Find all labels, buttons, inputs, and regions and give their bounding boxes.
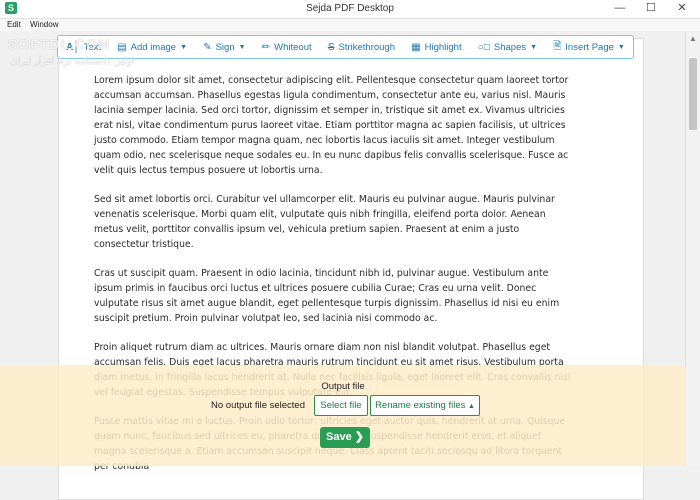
highlighter-icon: ▦ bbox=[411, 41, 421, 53]
chevron-down-icon: ▼ bbox=[617, 43, 625, 51]
strikethrough-button[interactable]: S Strikethrough bbox=[324, 40, 399, 55]
rename-label: Rename existing files bbox=[375, 400, 466, 411]
menu-bar: Edit Window bbox=[0, 19, 700, 31]
toolbar-label: Sign bbox=[215, 41, 235, 53]
strikethrough-icon: S bbox=[327, 41, 335, 53]
vertical-scrollbar[interactable]: ▲ bbox=[685, 32, 700, 466]
output-status: No output file selected bbox=[211, 400, 306, 411]
sign-button[interactable]: ✎ Sign ▼ bbox=[199, 40, 249, 55]
paragraph[interactable]: Sed sit amet lobortis orci. Curabitur ve… bbox=[94, 192, 574, 252]
add-image-button[interactable]: ▤ Add image ▼ bbox=[113, 40, 191, 55]
shapes-icon: ○□ bbox=[477, 41, 490, 53]
pen-icon: ✎ bbox=[203, 41, 212, 53]
whiteout-button[interactable]: ✏ Whiteout bbox=[258, 40, 316, 55]
toolbar-label: Whiteout bbox=[274, 41, 312, 53]
rename-existing-files-button[interactable]: Rename existing files ▲ bbox=[370, 395, 480, 416]
menu-edit[interactable]: Edit bbox=[7, 19, 21, 31]
chevron-right-icon: ❯ bbox=[354, 431, 364, 443]
maximize-icon[interactable]: ☐ bbox=[637, 1, 665, 14]
select-file-button[interactable]: Select file bbox=[314, 395, 368, 416]
toolbar-label: Shapes bbox=[493, 41, 527, 53]
watermark-tagline: اولین دانشنامه نرم افزار ایران bbox=[10, 56, 135, 67]
watermark-brand: SOFTDL.COM bbox=[8, 36, 111, 52]
title-bar: S Sejda PDF Desktop — ☐ ✕ bbox=[0, 0, 700, 19]
close-icon[interactable]: ✕ bbox=[668, 1, 696, 14]
save-label: Save bbox=[326, 431, 352, 443]
minimize-icon[interactable]: — bbox=[606, 2, 634, 14]
insert-page-button[interactable]: 🗎 Insert Page ▼ bbox=[549, 37, 629, 58]
paragraph[interactable]: Cras ut suscipit quam. Praesent in odio … bbox=[94, 266, 574, 326]
scroll-thumb[interactable] bbox=[689, 58, 697, 130]
toolbar-label: Insert Page bbox=[565, 41, 614, 53]
toolbar-label: Strikethrough bbox=[338, 41, 395, 53]
chevron-down-icon: ▼ bbox=[180, 43, 188, 51]
output-title: Output file bbox=[321, 381, 365, 392]
chevron-down-icon: ▼ bbox=[530, 43, 538, 51]
paragraph[interactable]: Lorem ipsum dolor sit amet, consectetur … bbox=[94, 73, 574, 178]
highlight-button[interactable]: ▦ Highlight bbox=[407, 40, 465, 55]
image-icon: ▤ bbox=[117, 41, 127, 53]
brush-icon: ✏ bbox=[261, 41, 271, 53]
shapes-button[interactable]: ○□ Shapes ▼ bbox=[474, 40, 541, 55]
toolbar-label: Highlight bbox=[424, 41, 462, 53]
edit-toolbar: A│ Text ▤ Add image ▼ ✎ Sign ▼ ✏ Whiteou… bbox=[57, 35, 634, 59]
save-button[interactable]: Save ❯ bbox=[320, 427, 370, 448]
toolbar-label: Add image bbox=[130, 41, 177, 53]
page-icon: 🗎 bbox=[553, 40, 562, 52]
scroll-up-icon[interactable]: ▲ bbox=[689, 34, 697, 43]
menu-window[interactable]: Window bbox=[30, 19, 58, 31]
chevron-down-icon: ▼ bbox=[238, 43, 246, 51]
window-title: Sejda PDF Desktop bbox=[306, 3, 394, 14]
output-panel: Output file No output file selected Sele… bbox=[0, 365, 686, 466]
window-controls: — ☐ ✕ bbox=[606, 1, 696, 14]
caret-up-icon: ▲ bbox=[468, 403, 475, 410]
